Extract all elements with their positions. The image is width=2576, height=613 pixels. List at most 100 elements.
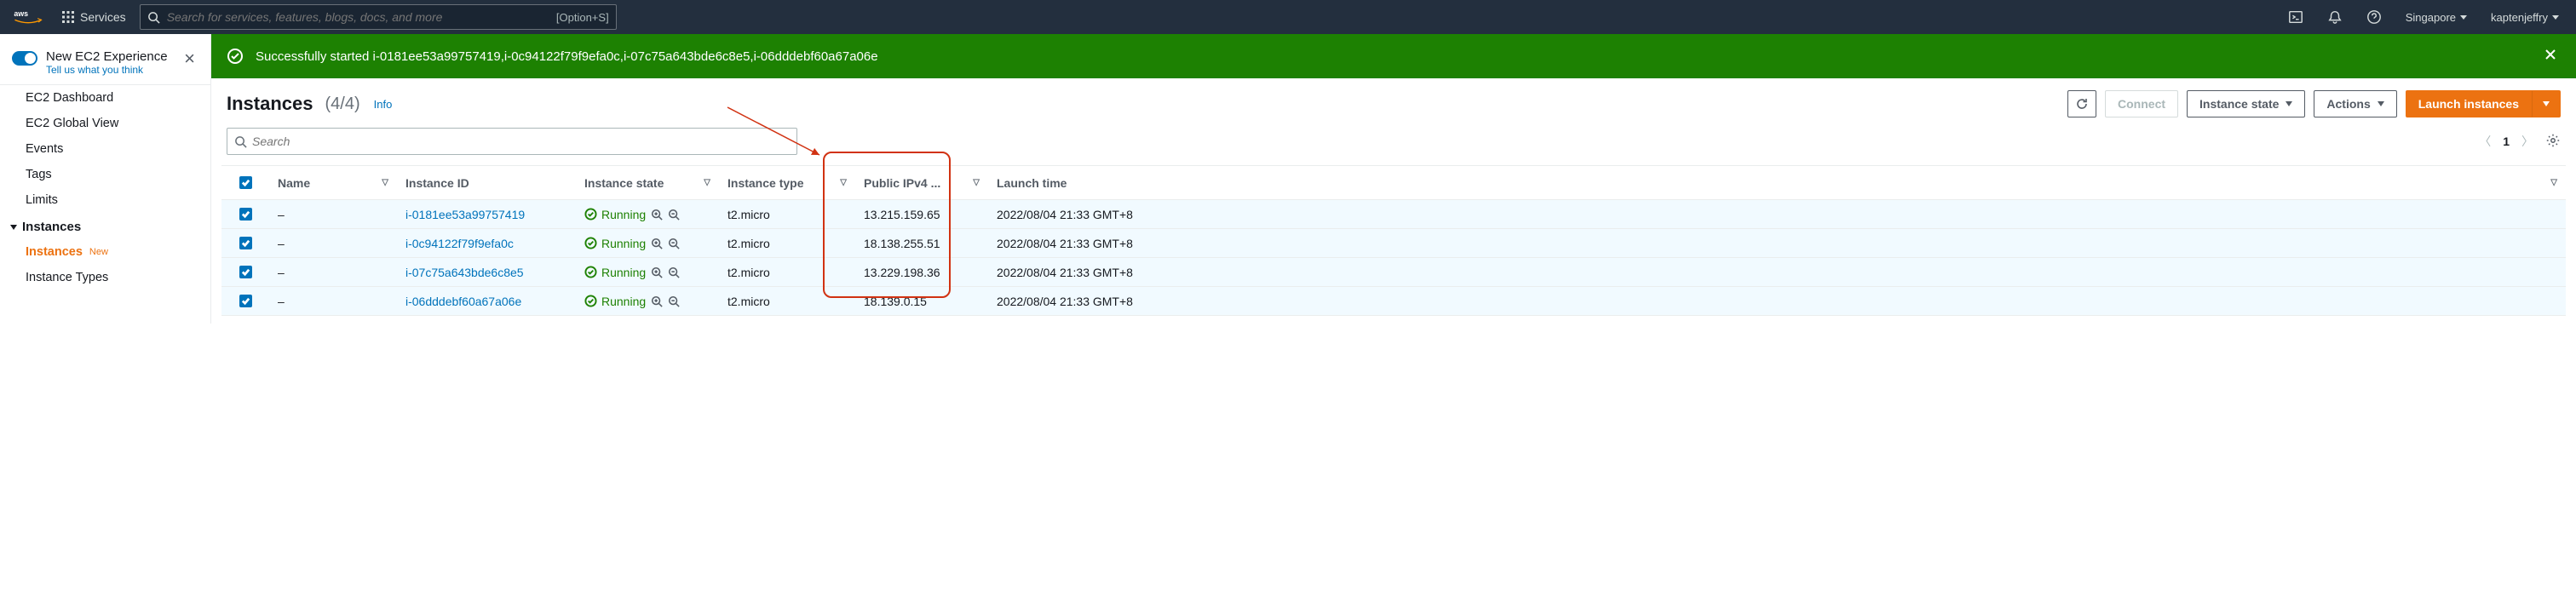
- cell-launch-time: 2022/08/04 21:33 GMT+8: [988, 295, 2566, 308]
- row-checkbox[interactable]: [239, 266, 252, 278]
- flash-dismiss[interactable]: [2540, 44, 2561, 68]
- cell-instance-type: t2.micro: [719, 208, 855, 221]
- col-name[interactable]: Name▽: [269, 176, 397, 190]
- connect-button[interactable]: Connect: [2105, 90, 2178, 117]
- table-row[interactable]: – i-0181ee53a99757419 Running t2.micro 1…: [221, 200, 2566, 229]
- table-row[interactable]: – i-0c94122f79f9efa0c Running t2.micro 1…: [221, 229, 2566, 258]
- aws-logo[interactable]: aws: [7, 9, 53, 26]
- flash-success: Successfully started i-0181ee53a99757419…: [211, 34, 2576, 78]
- cell-instance-type: t2.micro: [719, 295, 855, 308]
- cell-instance-type: t2.micro: [719, 266, 855, 279]
- main: Successfully started i-0181ee53a99757419…: [211, 34, 2576, 324]
- instances-search-input[interactable]: [252, 135, 790, 148]
- toggle-title: New EC2 Experience: [46, 49, 168, 64]
- caret-down-icon: [2460, 15, 2467, 20]
- chevron-down-icon: [10, 225, 17, 230]
- region-label: Singapore: [2406, 11, 2456, 24]
- zoom-out-icon[interactable]: [668, 238, 680, 249]
- gear-icon: [2545, 133, 2561, 148]
- zoom-in-icon[interactable]: [651, 266, 663, 278]
- sidebar: New EC2 Experience Tell us what you thin…: [0, 34, 211, 324]
- cell-launch-time: 2022/08/04 21:33 GMT+8: [988, 266, 2566, 279]
- prev-page[interactable]: 〈: [2479, 133, 2491, 150]
- instances-search[interactable]: [227, 128, 797, 155]
- cell-instance-id[interactable]: i-0181ee53a99757419: [397, 208, 576, 221]
- cell-instance-state: Running: [576, 208, 719, 221]
- next-page[interactable]: 〉: [2521, 133, 2533, 150]
- sidebar-item[interactable]: Instance Types: [0, 265, 210, 290]
- cell-launch-time: 2022/08/04 21:33 GMT+8: [988, 237, 2566, 250]
- zoom-in-icon[interactable]: [651, 295, 663, 307]
- row-checkbox[interactable]: [239, 237, 252, 249]
- launch-instances-dropdown[interactable]: [2532, 90, 2561, 117]
- services-menu[interactable]: Services: [53, 0, 135, 34]
- info-link[interactable]: Info: [374, 98, 393, 111]
- page-number: 1: [2503, 135, 2510, 148]
- notifications-button[interactable]: [2317, 0, 2353, 34]
- global-search-input[interactable]: [167, 10, 549, 24]
- new-experience-toggle[interactable]: [12, 51, 37, 66]
- cell-instance-type: t2.micro: [719, 237, 855, 250]
- instances-table: Name▽ Instance ID Instance state▽ Instan…: [221, 165, 2566, 316]
- cell-instance-id[interactable]: i-0c94122f79f9efa0c: [397, 237, 576, 250]
- select-all-checkbox[interactable]: [239, 176, 252, 189]
- table-header: Name▽ Instance ID Instance state▽ Instan…: [221, 166, 2566, 200]
- svg-text:aws: aws: [14, 9, 28, 18]
- launch-instances-button[interactable]: Launch instances: [2406, 90, 2532, 117]
- sidebar-item[interactable]: Limits: [0, 187, 210, 213]
- check-circle-icon: [227, 48, 244, 65]
- sidebar-item[interactable]: InstancesNew: [0, 239, 210, 265]
- cell-name: –: [269, 237, 397, 250]
- sidebar-item[interactable]: EC2 Global View: [0, 111, 210, 136]
- sidebar-item[interactable]: Tags: [0, 162, 210, 187]
- region-selector[interactable]: Singapore: [2395, 0, 2477, 34]
- caret-down-icon: [2286, 101, 2292, 106]
- search-icon: [147, 11, 160, 24]
- cell-public-ipv4: 13.229.198.36: [855, 266, 988, 279]
- cell-instance-id[interactable]: i-06dddebf60a67a06e: [397, 295, 576, 308]
- toggle-sub[interactable]: Tell us what you think: [46, 64, 168, 76]
- account-label: kaptenjeffry: [2491, 11, 2548, 24]
- page-header: Instances (4/4) Info Connect Instance st…: [211, 78, 2576, 124]
- cell-instance-state: Running: [576, 295, 719, 308]
- page-title: Instances: [227, 93, 313, 115]
- cloudshell-button[interactable]: [2278, 0, 2314, 34]
- instance-state-button[interactable]: Instance state: [2187, 90, 2305, 117]
- sidebar-item[interactable]: EC2 Dashboard: [0, 85, 210, 111]
- search-icon: [234, 135, 247, 148]
- actions-button[interactable]: Actions: [2314, 90, 2396, 117]
- cell-instance-state: Running: [576, 266, 719, 279]
- page-count: (4/4): [325, 95, 360, 114]
- col-public-ipv4[interactable]: Public IPv4 ...▽: [855, 176, 988, 190]
- global-search[interactable]: [Option+S]: [140, 4, 617, 30]
- zoom-out-icon[interactable]: [668, 266, 680, 278]
- table-row[interactable]: – i-06dddebf60a67a06e Running t2.micro 1…: [221, 287, 2566, 316]
- zoom-in-icon[interactable]: [651, 238, 663, 249]
- row-checkbox[interactable]: [239, 295, 252, 307]
- cell-public-ipv4: 13.215.159.65: [855, 208, 988, 221]
- col-launch-time[interactable]: Launch time▽: [988, 176, 2566, 190]
- cell-instance-id[interactable]: i-07c75a643bde6c8e5: [397, 266, 576, 279]
- cell-launch-time: 2022/08/04 21:33 GMT+8: [988, 208, 2566, 221]
- cell-name: –: [269, 208, 397, 221]
- cell-name: –: [269, 266, 397, 279]
- row-checkbox[interactable]: [239, 208, 252, 221]
- zoom-in-icon[interactable]: [651, 209, 663, 221]
- close-icon[interactable]: ×: [181, 49, 198, 68]
- zoom-out-icon[interactable]: [668, 295, 680, 307]
- account-menu[interactable]: kaptenjeffry: [2481, 0, 2569, 34]
- table-settings[interactable]: [2545, 133, 2561, 151]
- sidebar-group-instances[interactable]: Instances: [0, 213, 210, 239]
- refresh-button[interactable]: [2067, 90, 2096, 117]
- table-toolbar: 〈 1 〉: [211, 124, 2576, 165]
- col-instance-state[interactable]: Instance state▽: [576, 176, 719, 190]
- sidebar-group-label: Instances: [22, 220, 81, 234]
- col-instance-type[interactable]: Instance type▽: [719, 176, 855, 190]
- col-instance-id[interactable]: Instance ID: [397, 176, 576, 190]
- sidebar-item[interactable]: Events: [0, 136, 210, 162]
- caret-down-icon: [2552, 15, 2559, 20]
- table-row[interactable]: – i-07c75a643bde6c8e5 Running t2.micro 1…: [221, 258, 2566, 287]
- caret-down-icon: [2378, 101, 2384, 106]
- zoom-out-icon[interactable]: [668, 209, 680, 221]
- help-button[interactable]: [2356, 0, 2392, 34]
